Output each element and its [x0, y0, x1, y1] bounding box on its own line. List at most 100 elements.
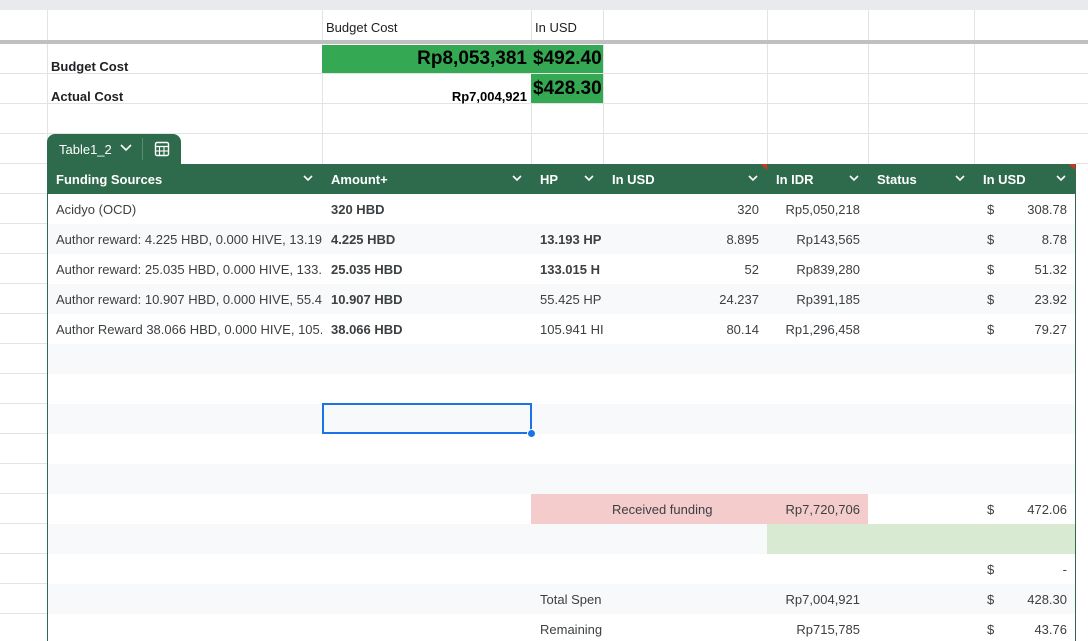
cell-in-usd-2[interactable]: 51.32	[1003, 254, 1075, 284]
active-cell-selection[interactable]	[322, 403, 532, 434]
cell-status[interactable]	[869, 194, 974, 224]
chevron-down-icon[interactable]	[120, 143, 142, 155]
cell-budget-cost-usd[interactable]: $492.40	[531, 45, 603, 73]
grid-col-line	[767, 10, 768, 164]
grid-row-line	[0, 523, 47, 524]
cell-in-idr[interactable]: Rp1,296,458	[768, 314, 868, 344]
cell-status[interactable]	[869, 254, 974, 284]
cell-in-usd[interactable]: 80.14	[604, 314, 767, 344]
grid-row-line	[0, 373, 47, 374]
cell-actual-cost-idr[interactable]: Rp7,004,921	[322, 78, 531, 108]
highlight-range-green[interactable]	[767, 524, 1075, 554]
cell-funding-source[interactable]: Acidyo (OCD)	[48, 194, 322, 224]
cell-in-usd-2[interactable]: 79.27	[1003, 314, 1075, 344]
cell-note-indicator[interactable]	[761, 164, 767, 170]
chevron-down-icon[interactable]	[1055, 172, 1067, 187]
chevron-down-icon[interactable]	[583, 172, 595, 187]
grid-row-line	[0, 163, 47, 164]
cell-hp[interactable]: 105.941 HI	[532, 314, 603, 344]
grid-row-line	[0, 433, 47, 434]
cell-in-usd-2[interactable]: 8.78	[1003, 224, 1075, 254]
cell-header-budget-cost[interactable]: Budget Cost	[322, 14, 531, 40]
cell-in-idr[interactable]: Rp391,185	[768, 284, 868, 314]
sheet-top-strip	[0, 0, 1088, 10]
cell-amount[interactable]: 38.066 HBD	[323, 314, 531, 344]
table-calculator-icon[interactable]	[143, 141, 181, 157]
cell-funding-source[interactable]: Author reward: 25.035 HBD, 0.000 HIVE, 1…	[48, 254, 322, 284]
cell-empty-usd[interactable]: -	[1003, 554, 1075, 584]
cell-currency-symbol: $	[987, 261, 995, 277]
header-funding-sources[interactable]: Funding Sources	[48, 164, 322, 194]
cell-header-in-usd[interactable]: In USD	[531, 14, 603, 40]
cell-total-spent-usd[interactable]: 428.30	[1003, 584, 1075, 614]
cell-funding-source[interactable]: Author reward: 10.907 HBD, 0.000 HIVE, 5…	[48, 284, 322, 314]
header-in-usd[interactable]: In USD	[604, 164, 767, 194]
table-row-band	[48, 344, 1075, 374]
cell-budget-cost-idr[interactable]: Rp8,053,381	[322, 45, 531, 73]
header-hp[interactable]: HP	[532, 164, 603, 194]
cell-actual-cost-label[interactable]: Actual Cost	[47, 78, 322, 108]
cell-amount[interactable]: 4.225 HBD	[323, 224, 531, 254]
chevron-down-icon[interactable]	[511, 172, 523, 187]
cell-received-funding-idr[interactable]: Rp7,720,706	[768, 494, 868, 524]
cell-currency-symbol: $	[987, 501, 995, 517]
cell-status[interactable]	[869, 284, 974, 314]
cell-status[interactable]	[869, 224, 974, 254]
header-label: Status	[877, 171, 917, 187]
header-status[interactable]: Status	[869, 164, 974, 194]
header-in-usd-2[interactable]: In USD	[975, 164, 1075, 194]
cell-remaining-label[interactable]: Remaining	[532, 614, 603, 641]
chevron-down-icon[interactable]	[954, 172, 966, 187]
chevron-down-icon[interactable]	[848, 172, 860, 187]
header-amount[interactable]: Amount+	[323, 164, 531, 194]
cell-funding-source[interactable]: Author reward: 4.225 HBD, 0.000 HIVE, 13…	[48, 224, 322, 254]
grid-row-line	[0, 403, 47, 404]
header-label: In USD	[983, 171, 1026, 187]
cell-remaining-usd[interactable]: 43.76	[1003, 614, 1075, 641]
cell-in-usd[interactable]: 320	[604, 194, 767, 224]
cell-in-usd-2[interactable]: 308.78	[1003, 194, 1075, 224]
cell-actual-cost-usd[interactable]: $428.30	[531, 74, 603, 103]
cell-in-usd[interactable]: 8.895	[604, 224, 767, 254]
header-label: Funding Sources	[56, 171, 163, 187]
cell-hp[interactable]: 55.425 HP	[532, 284, 603, 314]
header-label: In IDR	[776, 171, 814, 187]
cell-in-idr[interactable]: Rp839,280	[768, 254, 868, 284]
grid-row-line	[0, 313, 47, 314]
cell-in-usd-2[interactable]: 23.92	[1003, 284, 1075, 314]
cell-currency-symbol: $	[987, 561, 995, 577]
chevron-down-icon[interactable]	[747, 172, 759, 187]
fill-handle[interactable]	[527, 429, 536, 438]
cell-in-usd[interactable]: 24.237	[604, 284, 767, 314]
cell-received-funding-label[interactable]: Received funding	[604, 494, 767, 524]
cell-status[interactable]	[869, 314, 974, 344]
cell-amount[interactable]: 25.035 HBD	[323, 254, 531, 284]
cell-received-funding-usd[interactable]: 472.06	[1003, 494, 1075, 524]
cell-currency-symbol: $	[987, 621, 995, 637]
grid-col-line	[603, 10, 604, 164]
cell-hp[interactable]: 13.193 HP	[532, 224, 603, 254]
cell-in-usd[interactable]: 52	[604, 254, 767, 284]
grid-row-line	[0, 193, 47, 194]
frozen-row-divider[interactable]	[0, 40, 1088, 44]
header-in-idr[interactable]: In IDR	[768, 164, 868, 194]
cell-funding-source[interactable]: Author Reward 38.066 HBD, 0.000 HIVE, 10…	[48, 314, 322, 344]
cell-remaining-idr[interactable]: Rp715,785	[768, 614, 868, 641]
cell-in-idr[interactable]: Rp5,050,218	[768, 194, 868, 224]
cell-total-spent-idr[interactable]: Rp7,004,921	[768, 584, 868, 614]
cell-hp[interactable]: 133.015 H	[532, 254, 603, 284]
grid-col-line	[974, 10, 975, 164]
cell-in-idr[interactable]: Rp143,565	[768, 224, 868, 254]
cell-amount[interactable]: 10.907 HBD	[323, 284, 531, 314]
grid-row-line	[0, 223, 47, 224]
cell-currency-symbol: $	[987, 201, 995, 217]
cell-total-spent-label[interactable]: Total Spen	[532, 584, 603, 614]
header-label: HP	[540, 171, 559, 187]
chevron-down-icon[interactable]	[302, 172, 314, 187]
cell-currency-symbol: $	[987, 321, 995, 337]
cell-amount[interactable]: 320 HBD	[323, 194, 531, 224]
table-name-tab[interactable]: Table1_2	[47, 134, 181, 164]
cell-budget-cost-label[interactable]: Budget Cost	[47, 48, 322, 78]
cell-hp[interactable]	[532, 194, 603, 224]
table-name-label: Table1_2	[59, 141, 112, 157]
